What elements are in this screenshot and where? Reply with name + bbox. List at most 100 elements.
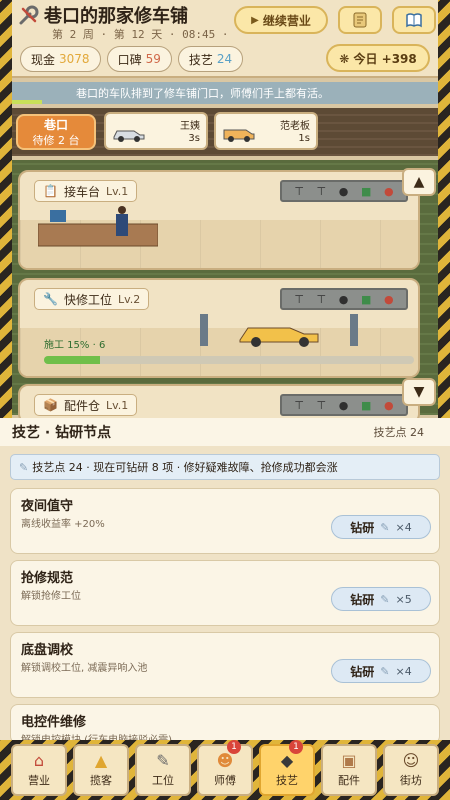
nav-workstations[interactable]: ✎ 工位	[135, 744, 191, 796]
node-name: 夜间值守	[21, 499, 74, 514]
node-name: 底盘调校	[21, 643, 74, 658]
scroll-down-button[interactable]: ▼	[402, 378, 436, 406]
station-tag: 📦 配件仓 Lv.1	[34, 394, 138, 416]
down-arrow-icon: ▼	[413, 384, 425, 400]
tech-info-banner: ✎ 技艺点 24 · 现在可钻研 8 项 · 修好疑难故障、抢修成功都会涨	[10, 454, 440, 480]
nav-neighbors[interactable]: ☺ 街坊	[383, 744, 439, 796]
play-icon: ▶	[251, 14, 259, 26]
reception-desk	[38, 206, 158, 247]
station-level: Lv.1	[105, 398, 129, 412]
nav-label: 揽客	[90, 774, 112, 787]
panel-header: 技艺 · 钻研节点 技艺点 24	[0, 418, 450, 446]
research-cost: ×4	[395, 520, 412, 534]
stats-row: 现金 3078 口碑 59 技艺 24	[20, 46, 244, 72]
box-icon: 📦	[43, 398, 58, 412]
wrench-icon: 🔧	[43, 292, 58, 306]
tech-node: 夜间值守 离线收益率 +20% 钻研 ✎ ×4	[10, 488, 440, 554]
car-wait-time: 3s	[188, 133, 200, 144]
cash-value: 3078	[59, 52, 90, 66]
node-desc: 解锁抢修工位	[21, 591, 81, 602]
van-icon	[223, 129, 255, 142]
box-icon: ▣	[341, 751, 357, 770]
wrench-icon: ✎	[19, 460, 29, 474]
day-time-line: 第 2 周 · 第 12 天 · 08:45 · 已营	[52, 28, 232, 41]
tech-node: 底盘调校 解锁调校工位, 减震异响入池 钻研 ✎ ×4	[10, 632, 440, 698]
node-name: 抢修规范	[21, 571, 74, 586]
research-button[interactable]: 钻研 ✎ ×4	[331, 659, 431, 683]
skill-value: 24	[216, 52, 233, 66]
node-desc: 离线收益率 +20%	[21, 519, 105, 530]
tool-rack: ⊤ ⊤ ● ■ ●	[280, 180, 408, 202]
taxi-on-lift	[200, 314, 358, 347]
home-icon: ⌂	[33, 751, 45, 770]
top-header: 巷口的那家修车铺 第 2 周 · 第 12 天 · 08:45 · 已营 ▶ 继…	[12, 0, 438, 78]
panel-title: 技艺 · 钻研节点	[12, 425, 112, 441]
customer-queue: 巷口 待修 2 台 王姨 3s 范老板 1s	[12, 108, 438, 156]
up-arrow-icon: ▲	[413, 174, 425, 190]
research-cost: ×4	[395, 664, 412, 678]
workstations-area: 📋 接车台 Lv.1 ⊤ ⊤ ● ■ ● 🔧 快修工位 Lv.2 ⊤ ⊤ ● ■ ● 施工 15…	[12, 160, 438, 424]
skill-label: 技艺	[188, 52, 213, 67]
book-icon	[406, 13, 422, 28]
car-owner-name: 范老板	[280, 121, 310, 132]
graduation-icon: ◆	[280, 751, 294, 770]
shop-title: 巷口的那家修车铺	[44, 6, 188, 27]
nav-business[interactable]: ⌂ 营业	[11, 744, 67, 796]
research-button[interactable]: 钻研 ✎ ×4	[331, 515, 431, 539]
log-button[interactable]	[338, 6, 382, 34]
repair-progress-text: 施工 15% · 6	[44, 340, 106, 351]
research-label: 钻研	[350, 664, 375, 679]
nav-parts[interactable]: ▣ 配件	[321, 744, 377, 796]
queue-car-card[interactable]: 王姨 3s	[104, 112, 208, 150]
today-income-badge[interactable]: ❋ 今日 +398	[326, 44, 430, 72]
station-tag: 🔧 快修工位 Lv.2	[34, 288, 150, 310]
research-label: 钻研	[350, 520, 375, 535]
reputation-value: 59	[145, 52, 161, 66]
notification-badge: 1	[227, 740, 241, 754]
queue-location: 巷口	[43, 118, 68, 132]
tool-rack: ⊤ ⊤ ● ■ ●	[280, 394, 408, 416]
wrench-icon: ✎	[380, 664, 390, 678]
station-name: 快修工位	[63, 292, 112, 307]
station-name: 接车台	[63, 184, 100, 199]
people-icon: ☺	[402, 751, 420, 770]
queue-label[interactable]: 巷口 待修 2 台	[16, 114, 96, 150]
node-desc: 解锁调校工位, 减震异响入池	[21, 663, 148, 674]
car-icon	[113, 130, 145, 142]
notification-badge: 1	[289, 740, 303, 754]
scroll-up-button[interactable]: ▲	[402, 168, 436, 196]
reputation-label: 口碑	[117, 52, 142, 67]
car-wait-time: 1s	[298, 133, 310, 144]
station-name: 配件仓	[63, 398, 100, 413]
node-name: 电控件维修	[21, 715, 87, 730]
hazard-stripe-right	[438, 0, 450, 420]
notice-bar: 巷口的车队排到了修车铺门口，师傅们手上都有活。	[12, 82, 438, 104]
wrench-icon: ✎	[156, 751, 170, 770]
station-reception[interactable]: 📋 接车台 Lv.1 ⊤ ⊤ ● ■ ●	[18, 170, 420, 270]
wrench-icon: ✎	[380, 520, 390, 534]
megaphone-icon: ▲	[94, 751, 108, 770]
guide-button[interactable]	[392, 6, 436, 34]
scroll-icon	[353, 12, 367, 28]
repair-progress-bar	[44, 356, 414, 364]
station-quick-repair[interactable]: 🔧 快修工位 Lv.2 ⊤ ⊤ ● ■ ● 施工 15% · 6	[18, 278, 420, 378]
wrench-icon: ✎	[380, 592, 390, 606]
skill-stat: 技艺 24	[177, 46, 244, 72]
nav-label: 技艺	[276, 774, 298, 787]
station-tag: 📋 接车台 Lv.1	[34, 180, 138, 202]
station-level: Lv.1	[105, 184, 129, 198]
tool-rack: ⊤ ⊤ ● ■ ●	[280, 288, 408, 310]
research-button[interactable]: 钻研 ✎ ×5	[331, 587, 431, 611]
worker-icon: ☻	[216, 751, 234, 770]
reputation-stat: 口碑 59	[106, 46, 172, 72]
nav-recruit-customers[interactable]: ▲ 揽客	[73, 744, 129, 796]
queue-car-card[interactable]: 范老板 1s	[214, 112, 318, 150]
nav-label: 营业	[28, 774, 50, 787]
bottom-nav: ⌂ 营业 ▲ 揽客 ✎ 工位 1 ☻ 师傅 1 ◆ 技艺 ▣ 配件 ☺ 街坊	[0, 740, 450, 800]
repair-progress-fill	[44, 356, 100, 364]
title-row: 巷口的那家修车铺	[18, 2, 188, 28]
nav-skills[interactable]: 1 ◆ 技艺	[259, 740, 315, 796]
continue-business-button[interactable]: ▶ 继续营业	[234, 6, 328, 34]
panel-points: 技艺点 24	[373, 426, 425, 439]
nav-mechanics[interactable]: 1 ☻ 师傅	[197, 740, 253, 796]
